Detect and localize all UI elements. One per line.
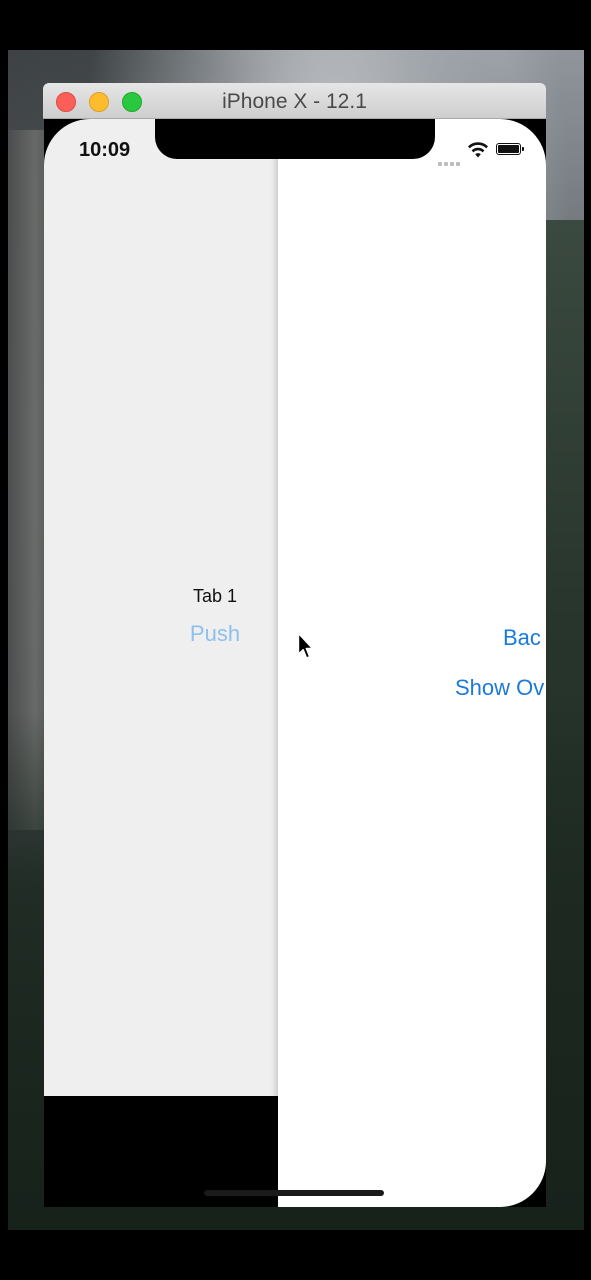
push-button[interactable]: Push xyxy=(174,621,256,647)
iphone-device: Tab 1 Push Bac Show Ov 10:09 xyxy=(44,119,546,1207)
window-title: iPhone X - 12.1 xyxy=(222,90,367,113)
back-button[interactable]: Bac xyxy=(503,625,541,651)
show-overlay-button[interactable]: Show Ov xyxy=(455,675,544,701)
wifi-icon xyxy=(468,142,488,158)
battery-icon xyxy=(496,143,524,155)
window-titlebar[interactable]: iPhone X - 12.1 xyxy=(43,83,546,119)
device-notch xyxy=(155,119,435,159)
tab-title-label: Tab 1 xyxy=(192,586,238,606)
status-time: 10:09 xyxy=(79,139,131,161)
cellular-signal-icon xyxy=(438,153,462,166)
home-indicator[interactable] xyxy=(204,1190,384,1196)
simulator-window: iPhone X - 12.1 Tab 1 Push Bac Show Ov 1… xyxy=(43,83,546,1207)
previous-view-controller: Tab 1 Push xyxy=(44,119,278,1096)
pushed-view-controller xyxy=(278,119,546,1207)
iphone-screen: Tab 1 Push Bac Show Ov 10:09 xyxy=(44,119,546,1207)
